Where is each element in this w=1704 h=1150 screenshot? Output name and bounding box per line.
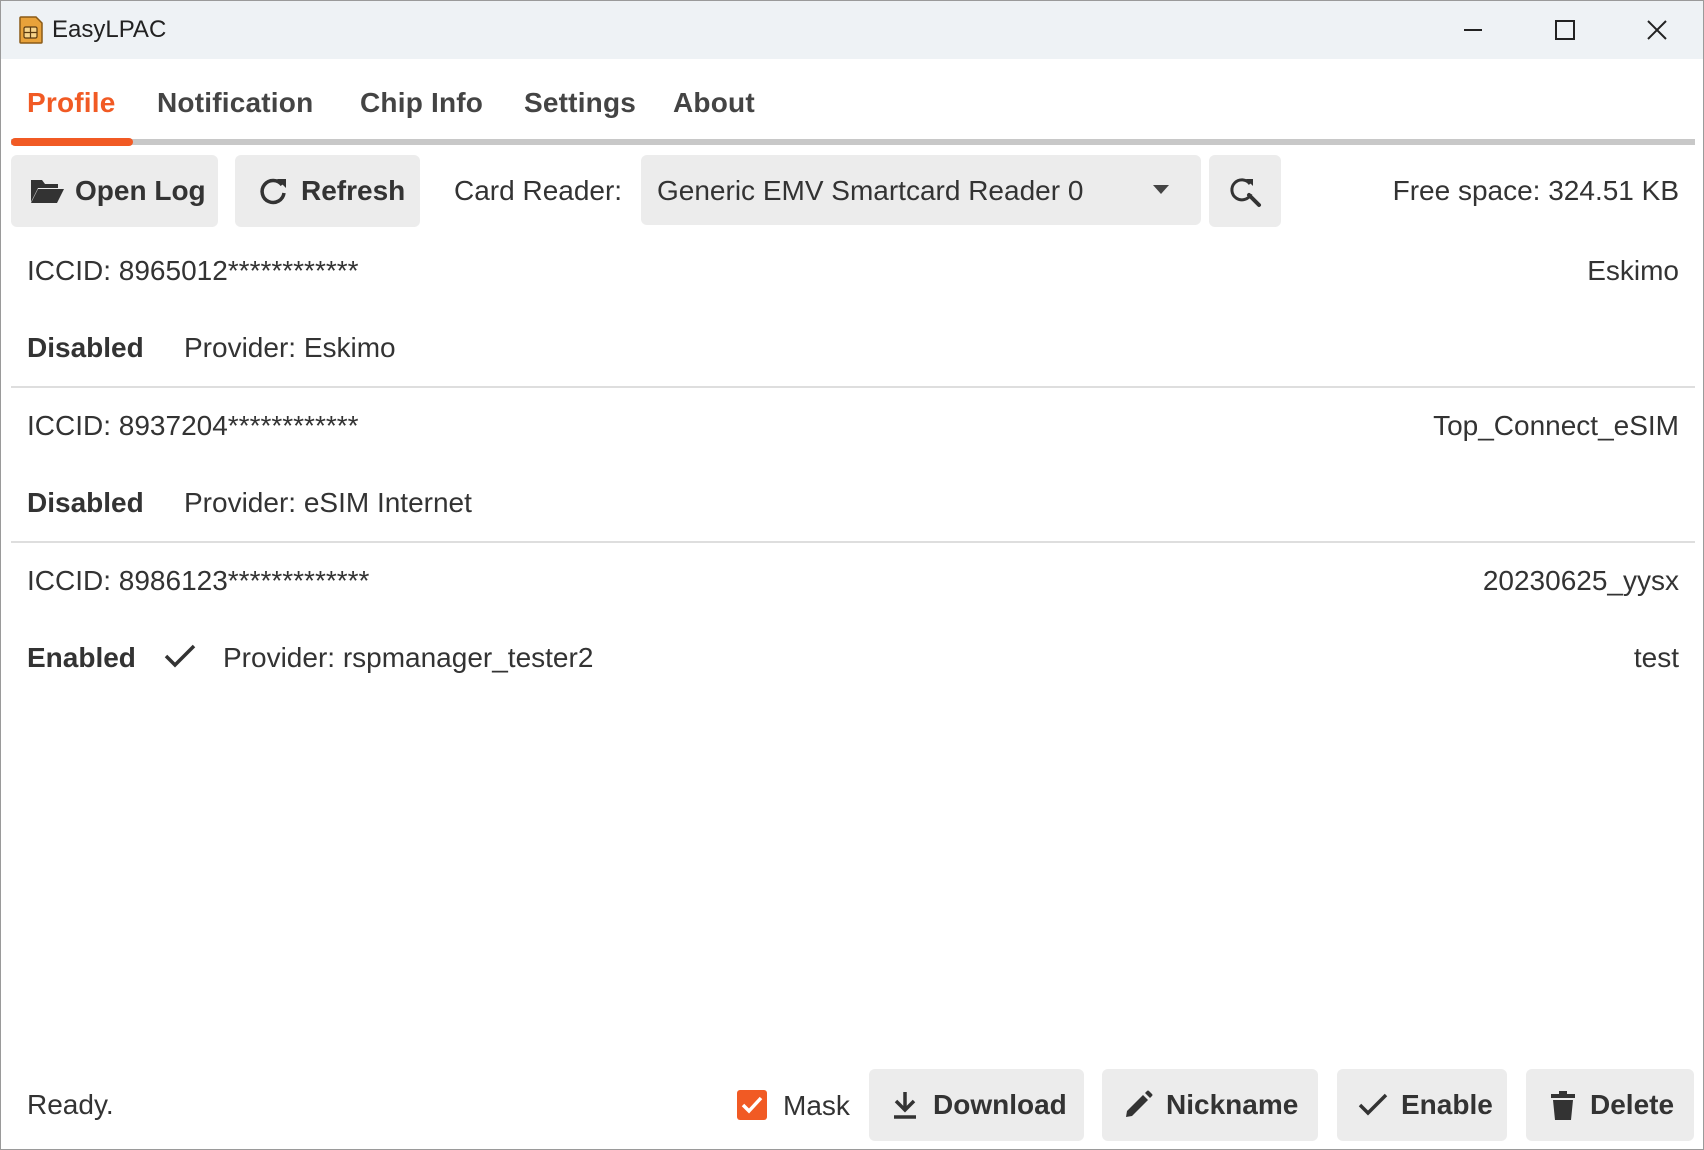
iccid: ICCID: 8965012************ [27, 255, 359, 286]
iccid: ICCID: 8937204************ [27, 410, 359, 441]
check-icon [741, 1096, 763, 1114]
card-reader-value: Generic EMV Smartcard Reader 0 [657, 175, 1084, 206]
download-button[interactable]: Download [869, 1069, 1084, 1141]
refresh-button[interactable]: Refresh [235, 155, 420, 227]
free-space: Free space: 324.51 KB [1392, 175, 1679, 206]
minimize-button[interactable] [1427, 1, 1519, 59]
app-window: EasyLPAC Profile Notification Chip Info … [0, 0, 1704, 1150]
profile-state: Disabled [27, 332, 144, 363]
nickname-button[interactable]: Nickname [1102, 1069, 1318, 1141]
enable-label: Enable [1401, 1089, 1493, 1120]
delete-button[interactable]: Delete [1526, 1069, 1694, 1141]
card-reader-select[interactable]: Generic EMV Smartcard Reader 0 [641, 155, 1201, 225]
maximize-button[interactable] [1519, 1, 1611, 59]
close-button[interactable] [1611, 1, 1703, 59]
title-bar[interactable]: EasyLPAC [1, 1, 1703, 59]
status-text: Ready. [27, 1089, 114, 1120]
profile-name: Eskimo [1587, 255, 1679, 286]
pencil-icon [1126, 1090, 1153, 1117]
checkmark-icon [1358, 1093, 1388, 1116]
tab-about[interactable]: About [673, 87, 755, 119]
folder-open-icon [31, 180, 64, 203]
profile-name: Top_Connect_eSIM [1433, 410, 1679, 441]
tab-settings[interactable]: Settings [524, 87, 636, 119]
sim-card-app-icon [19, 16, 43, 44]
tab-profile[interactable]: Profile [27, 87, 116, 119]
card-reader-label: Card Reader: [454, 175, 623, 206]
scan-readers-button[interactable] [1209, 155, 1281, 227]
minimize-icon [1464, 29, 1482, 31]
delete-label: Delete [1590, 1089, 1675, 1120]
maximize-icon [1555, 20, 1575, 40]
profile-name: 20230625_yysx [1482, 565, 1679, 596]
refresh-icon [260, 178, 286, 205]
iccid: ICCID: 8986123************* [27, 565, 370, 596]
profile-state: Enabled [27, 642, 136, 673]
mask-checkbox[interactable] [737, 1090, 767, 1120]
profile-state: Disabled [27, 487, 144, 518]
provider: Provider: eSIM Internet [184, 487, 472, 518]
tab-notification[interactable]: Notification [157, 87, 313, 119]
download-icon [894, 1092, 916, 1119]
profile-row[interactable]: ICCID: 8937204************ Top_Connect_e… [11, 388, 1695, 543]
profile-row[interactable]: ICCID: 8965012************ Eskimo Disabl… [11, 233, 1695, 388]
active-tab-indicator [11, 138, 133, 146]
profile-row[interactable]: ICCID: 8986123************* 20230625_yys… [11, 543, 1695, 696]
provider: Provider: rspmanager_tester2 [223, 642, 594, 673]
nickname-label: Nickname [1166, 1089, 1299, 1120]
open-log-label: Open Log [75, 175, 206, 206]
checkmark-icon [164, 644, 196, 668]
chevron-down-icon [1153, 185, 1169, 194]
profile-list: ICCID: 8965012************ Eskimo Disabl… [11, 233, 1695, 696]
profile-nickname: test [1633, 642, 1679, 673]
open-log-button[interactable]: Open Log [11, 155, 218, 227]
mask-label[interactable]: Mask [783, 1090, 850, 1122]
enable-button[interactable]: Enable [1337, 1069, 1507, 1141]
window-title: EasyLPAC [52, 16, 167, 43]
close-icon [1647, 20, 1667, 40]
refresh-label: Refresh [301, 175, 406, 206]
trash-icon [1551, 1091, 1575, 1120]
search-refresh-icon [1230, 178, 1261, 207]
provider: Provider: Eskimo [184, 332, 396, 363]
download-label: Download [933, 1089, 1067, 1120]
tab-chip-info[interactable]: Chip Info [360, 87, 483, 119]
tab-bar: Profile Notification Chip Info Settings … [11, 61, 1695, 143]
tab-underline-track [11, 139, 1695, 145]
